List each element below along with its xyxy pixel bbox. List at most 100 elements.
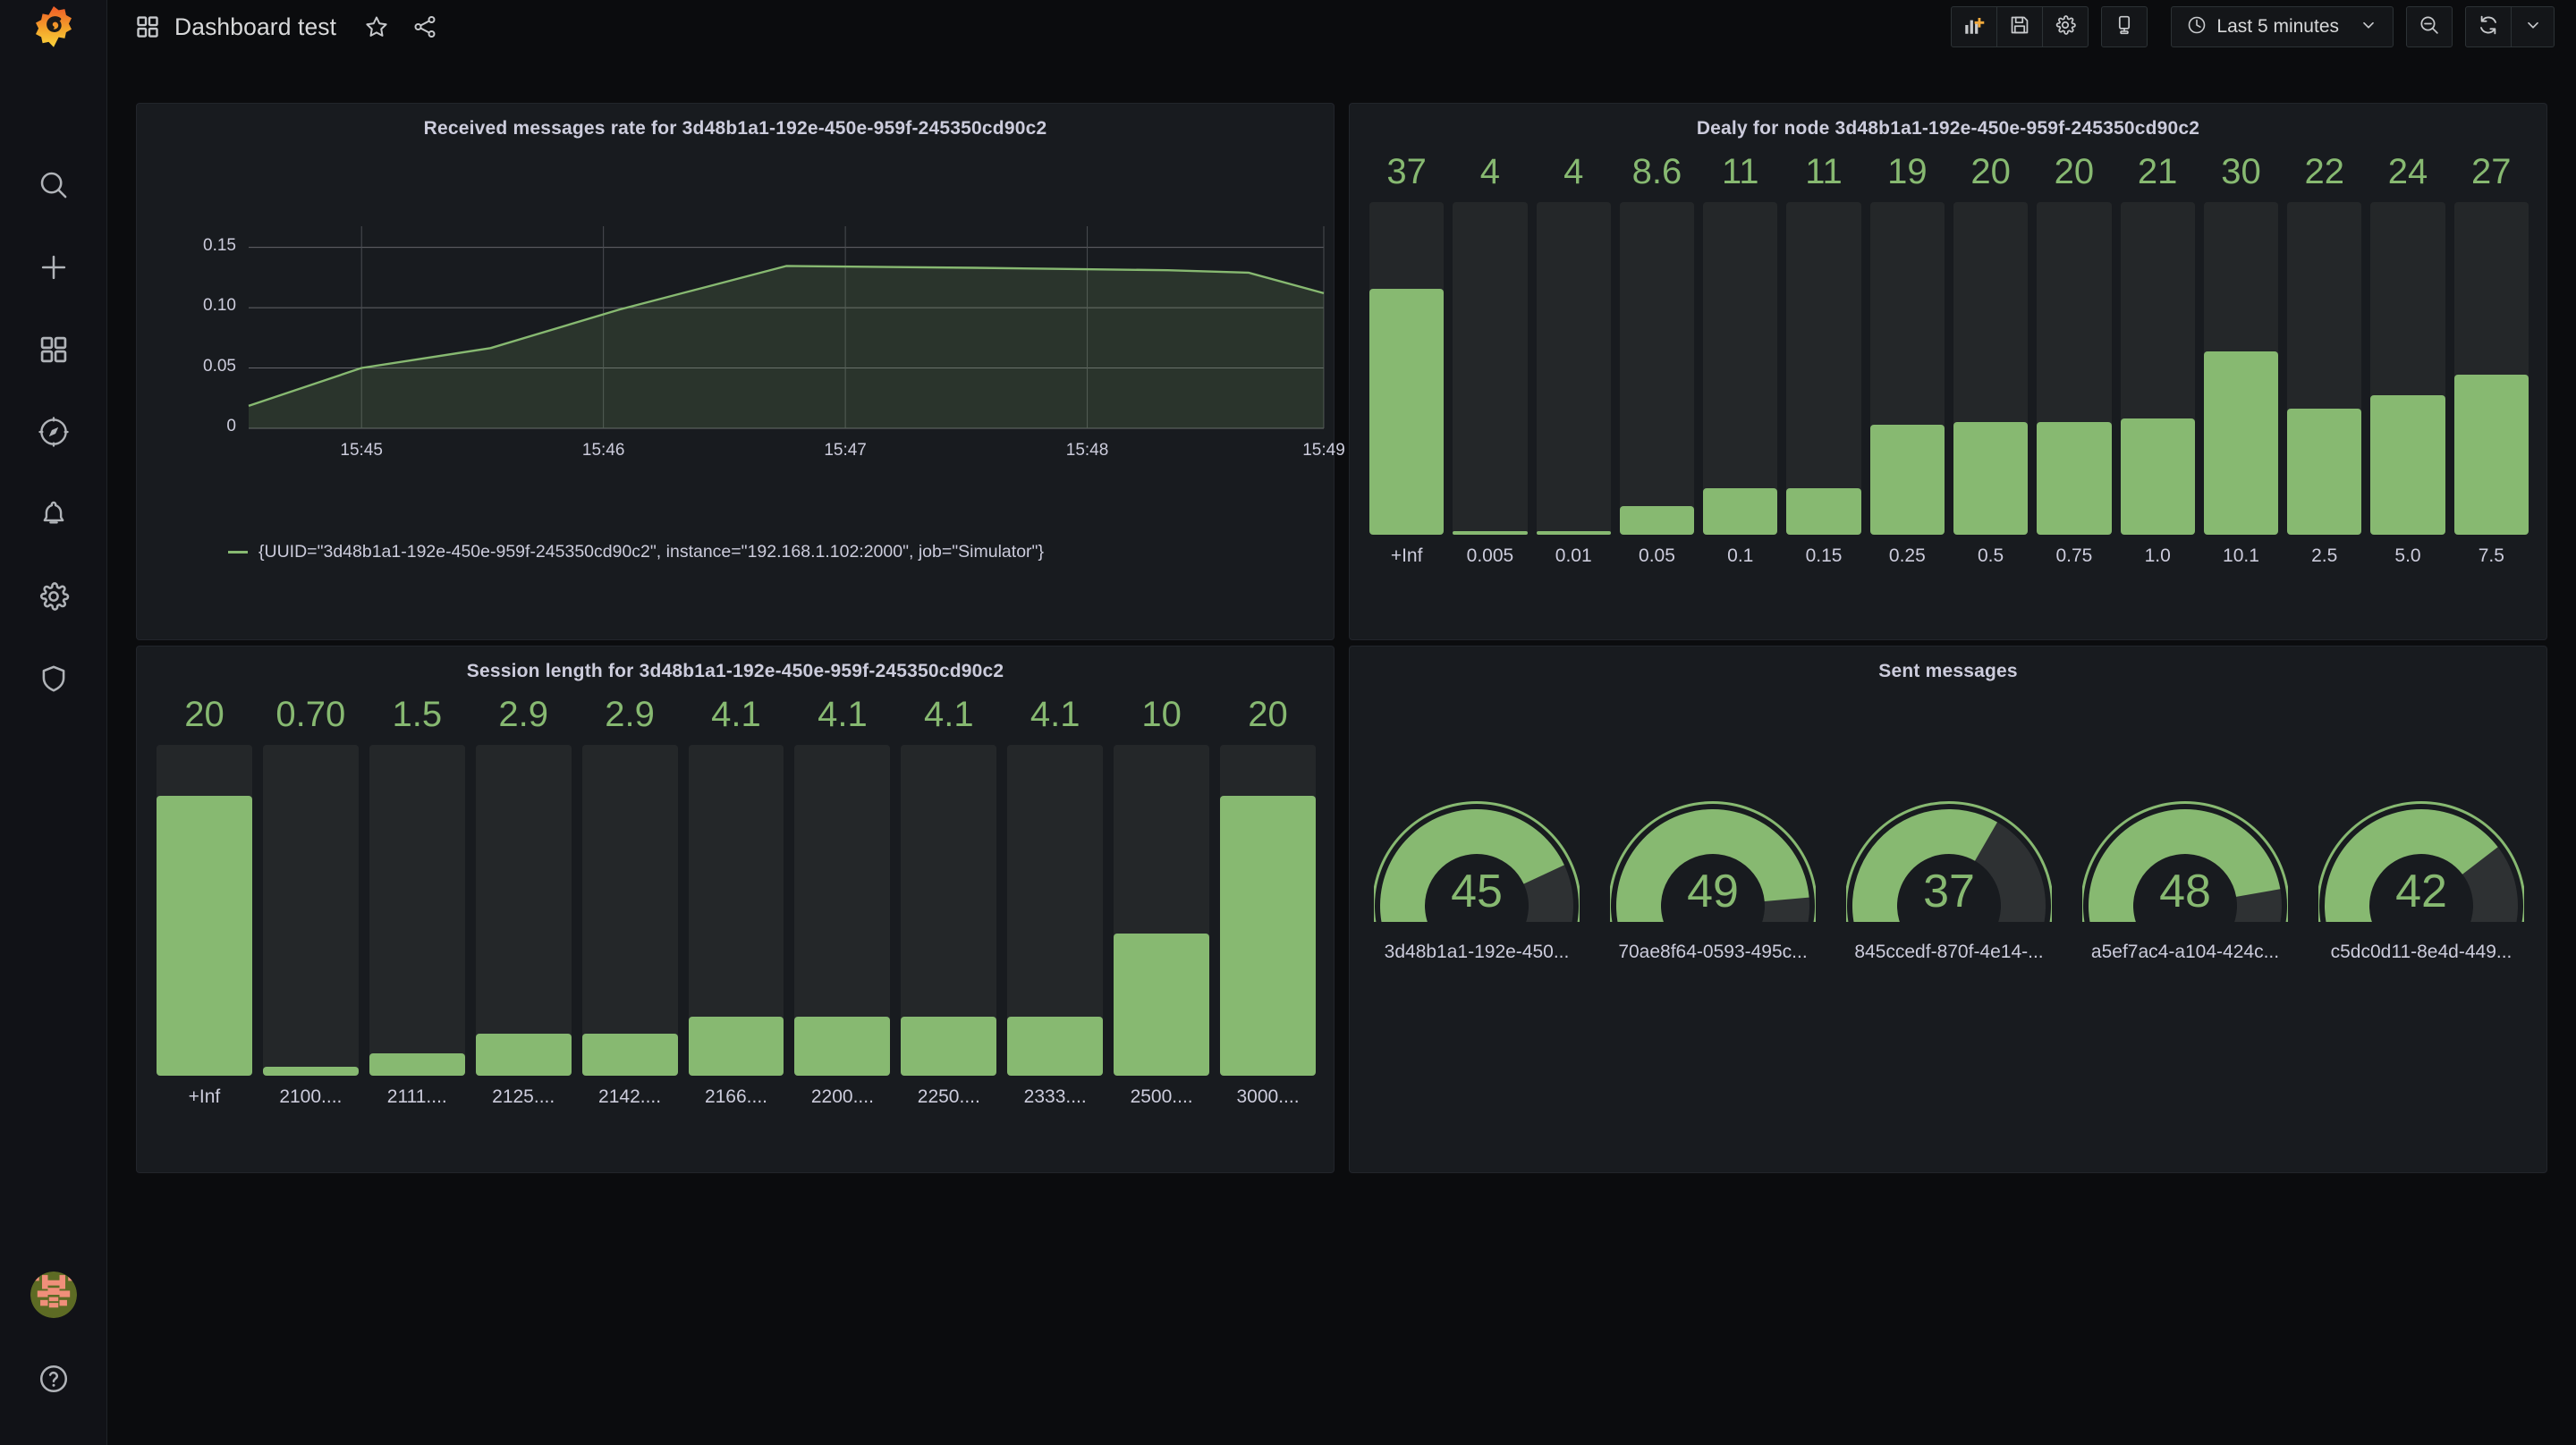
bar-gauge-label: 2.5	[2311, 545, 2338, 566]
bar-gauge-item[interactable]: 4.1 2200....	[794, 697, 891, 1153]
bar-gauge-item[interactable]: 20 3000....	[1220, 697, 1316, 1153]
gauge-item[interactable]: 48 a5ef7ac4-a104-424c...	[2067, 772, 2303, 1031]
bar-gauge-item[interactable]: 2.9 2125....	[475, 695, 572, 1153]
refresh-button[interactable]	[2465, 6, 2512, 47]
bar-gauge-track	[1619, 202, 1695, 535]
add-panel-button[interactable]	[1951, 6, 1998, 47]
bar-gauge-item[interactable]: 4.1 2166....	[688, 697, 784, 1153]
gauge-item[interactable]: 42 c5dc0d11-8e4d-449...	[2303, 772, 2539, 1031]
gauge-item[interactable]: 45 3d48b1a1-192e-450...	[1359, 772, 1595, 1031]
gauge-label: 3d48b1a1-192e-450...	[1384, 942, 1570, 962]
chart-legend[interactable]: {UUID="3d48b1a1-192e-450e-959f-245350cd9…	[228, 542, 1044, 562]
gauge-value: 45	[1451, 866, 1503, 917]
page-title: Dashboard test	[174, 13, 337, 40]
bar-gauge-item[interactable]: 8.6 0.05	[1619, 154, 1695, 619]
bar-gauge-track	[901, 745, 997, 1076]
chevron-down-icon	[2359, 15, 2378, 39]
dashboard-settings-button[interactable]	[2043, 6, 2089, 47]
sidebar-item-create[interactable]	[25, 239, 82, 296]
bar-gauge-label: 2500....	[1130, 1086, 1193, 1107]
bar-gauge-item[interactable]: 4 0.005	[1453, 152, 1528, 619]
bar-gauge-track	[475, 745, 572, 1076]
bar-gauge-fill	[1114, 933, 1210, 1076]
bell-icon	[38, 498, 70, 530]
y-axis-tick: 0	[226, 417, 236, 435]
bar-gauge-item[interactable]: 20 0.5	[1953, 154, 2029, 619]
panel-session-length[interactable]: Session length for 3d48b1a1-192e-450e-95…	[136, 646, 1335, 1173]
zoom-out-time-range-button[interactable]	[2406, 6, 2453, 47]
sidebar-item-search[interactable]	[25, 156, 82, 214]
help-button[interactable]	[25, 1350, 82, 1407]
user-profile-button[interactable]	[25, 1266, 82, 1323]
bar-gauge-fill	[262, 1066, 359, 1076]
bar-gauge-track	[1953, 202, 2029, 535]
bar-gauge-value: 2.9	[498, 695, 548, 734]
sidebar-item-alerting[interactable]	[25, 486, 82, 543]
bar-gauge-item[interactable]: 4.1 2250....	[901, 697, 997, 1153]
bar-gauge-item[interactable]: 10 2500....	[1114, 697, 1210, 1153]
refresh-interval-picker[interactable]	[2512, 6, 2555, 47]
bar-gauge-label: 2250....	[917, 1086, 980, 1107]
gauge-value: 42	[2395, 866, 2447, 917]
bar-gauge-item[interactable]: 20 0.75	[2037, 154, 2112, 619]
bar-gauge-track	[1220, 745, 1316, 1076]
bar-gauge-item[interactable]: 30 10.1	[2203, 154, 2279, 619]
bar-gauge-track	[1869, 202, 1945, 535]
bar-gauge-item[interactable]: 27 7.5	[2453, 154, 2529, 619]
time-range-picker[interactable]: Last 5 minutes	[2171, 6, 2394, 47]
bar-gauge-value: 20	[1248, 695, 1288, 734]
gear-icon	[37, 579, 71, 613]
bar-gauge-label: 2100....	[279, 1086, 343, 1107]
bar-gauge-item[interactable]: 19 0.25	[1869, 154, 1945, 619]
cycle-view-mode-button[interactable]	[2101, 6, 2148, 47]
gauge-value: 49	[1687, 866, 1739, 917]
sidebar-item-configuration[interactable]	[25, 568, 82, 625]
bar-gauge-track	[2370, 202, 2445, 535]
bar-gauge-item[interactable]: 22 2.5	[2287, 154, 2362, 619]
toolbar-left: Dashboard test	[107, 6, 445, 47]
bar-gauge-track	[794, 745, 891, 1076]
bar-gauge-fill	[2453, 375, 2529, 535]
bar-gauge-value: 4	[1563, 152, 1584, 191]
panel-received-messages-rate[interactable]: Received messages rate for 3d48b1a1-192e…	[136, 103, 1345, 640]
bar-gauge-track	[1786, 202, 1861, 535]
bar-gauge-item[interactable]: 0.70 2100....	[262, 697, 359, 1153]
panel-sent-messages[interactable]: Sent messages 45 3d48b1a1-192e-450... 49 70…	[1349, 646, 2547, 1173]
save-dashboard-button[interactable]	[1997, 6, 2044, 47]
bar-gauge-label: 0.15	[1805, 545, 1843, 566]
bar-gauge-item[interactable]: 24 5.0	[2370, 154, 2445, 619]
sidebar-item-explore[interactable]	[25, 403, 82, 461]
grafana-logo[interactable]	[0, 0, 107, 54]
bar-gauge-item[interactable]: 1.5 2111....	[369, 697, 465, 1153]
share-icon[interactable]	[404, 6, 445, 47]
sidebar-item-dashboards[interactable]	[25, 321, 82, 378]
zoom-out-icon	[2418, 13, 2441, 41]
bar-gauge-fill	[1869, 425, 1945, 535]
bar-gauge-item[interactable]: 4 0.01	[1536, 152, 1611, 619]
panel-delay-for-node[interactable]: Dealy for node 3d48b1a1-192e-450e-959f-2…	[1349, 103, 2547, 640]
bar-gauge-label: 10.1	[2223, 545, 2259, 566]
gauge-item[interactable]: 49 70ae8f64-0593-495c...	[1595, 772, 1831, 1031]
star-icon[interactable]	[356, 6, 397, 47]
bar-gauge-value: 4.1	[1030, 695, 1080, 734]
y-axis-tick: 0.05	[203, 356, 236, 376]
bar-gauge-item[interactable]: 21 1.0	[2120, 154, 2195, 619]
bar-gauge-item[interactable]: 37 +Inf	[1369, 154, 1445, 619]
bar-gauge-item[interactable]: 4.1 2333....	[1007, 695, 1104, 1153]
bar-gauge-value: 4	[1479, 152, 1501, 191]
bar-gauge-track	[262, 745, 359, 1076]
bar-gauge-track	[2037, 202, 2112, 535]
bar-gauge-item[interactable]: 2.9 2142....	[581, 697, 678, 1153]
bar-gauge-item[interactable]: 11 0.15	[1786, 154, 1861, 619]
add-panel-icon	[1962, 13, 1986, 41]
bar-gauge-item[interactable]: 11 0.1	[1703, 154, 1778, 619]
cycle-view-mode-icon	[2113, 13, 2136, 41]
bar-gauge-track	[688, 745, 784, 1076]
bar-gauge-item[interactable]: 20 +Inf	[157, 697, 252, 1153]
sidebar-item-server-admin[interactable]	[25, 650, 82, 707]
bar-gauge-group: 37 +Inf 4 0.005 4 0.01 8.6 0.05 11 0.1 11 0.15 19 0.2…	[1369, 154, 2529, 619]
bar-gauge-fill	[2037, 421, 2112, 535]
gauge-item[interactable]: 37 845ccedf-870f-4e14-...	[1831, 772, 2067, 1031]
gauge-dial: 49	[1608, 772, 1818, 967]
bar-gauge-label: 0.5	[1978, 545, 2004, 566]
